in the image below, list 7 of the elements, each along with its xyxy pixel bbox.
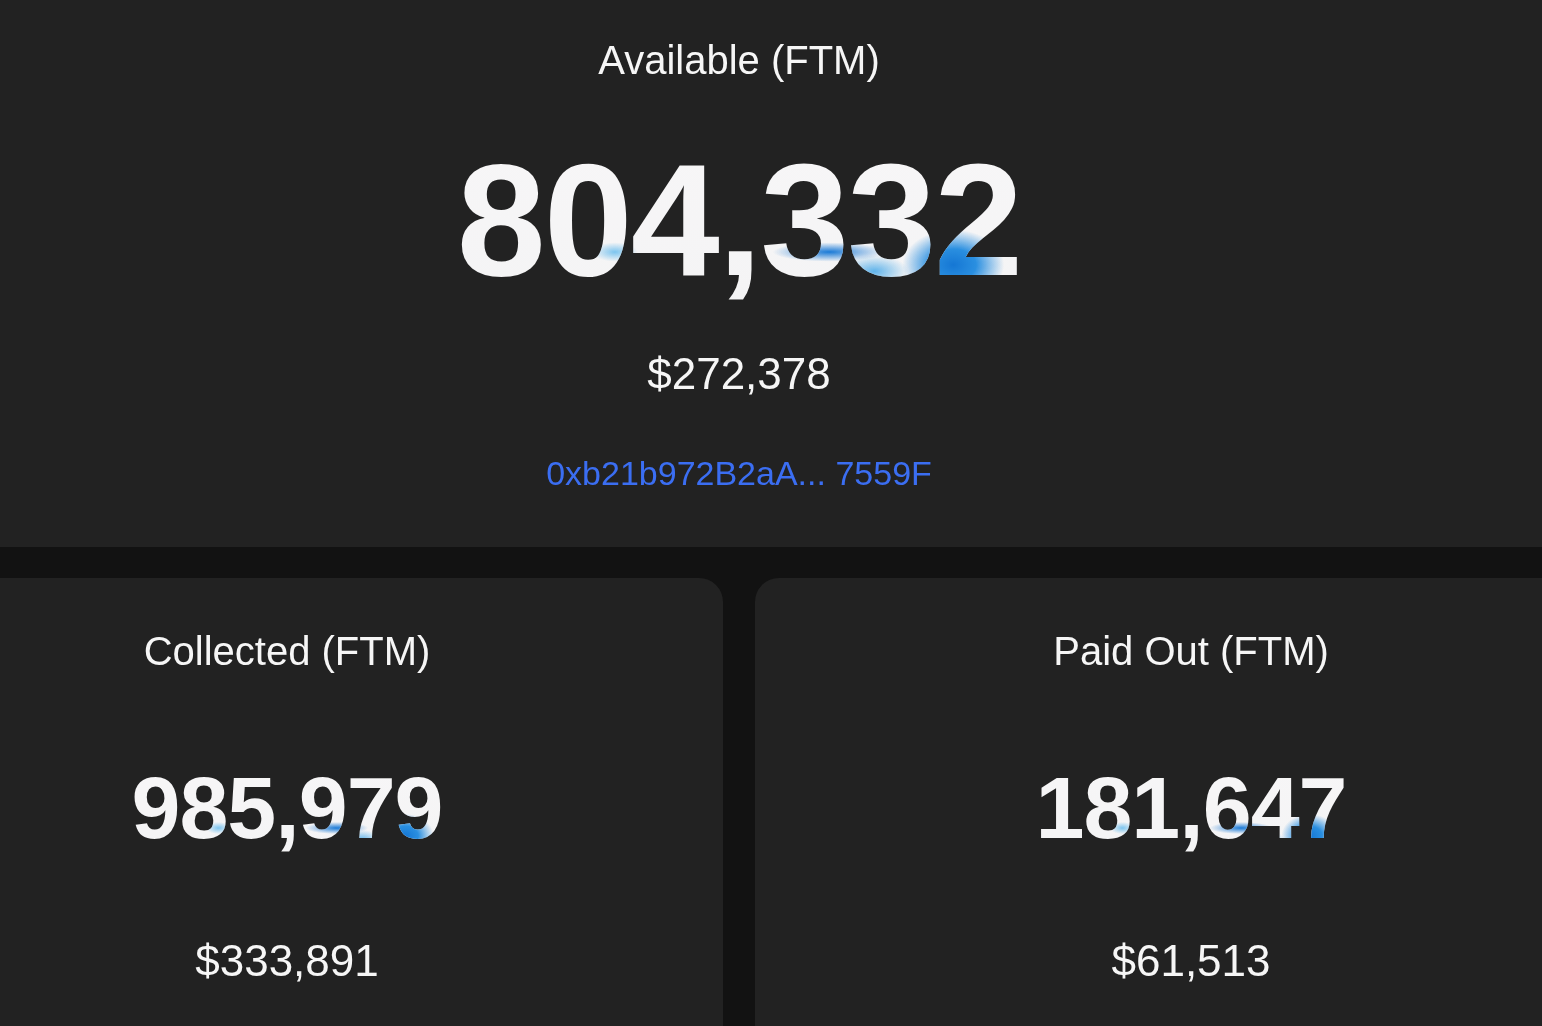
wallet-address-link[interactable]: 0xb21b972B2aA... 7559F <box>546 451 932 495</box>
card-title: Paid Out (FTM) <box>1053 628 1329 675</box>
usd-value: $272,378 <box>647 348 831 400</box>
stat-usd-value: $333,891 <box>195 935 379 987</box>
card-title: Collected (FTM) <box>143 628 431 675</box>
stat-usd-value: $61,513 <box>1111 935 1271 987</box>
panel-title: Available (FTM) <box>598 37 880 84</box>
